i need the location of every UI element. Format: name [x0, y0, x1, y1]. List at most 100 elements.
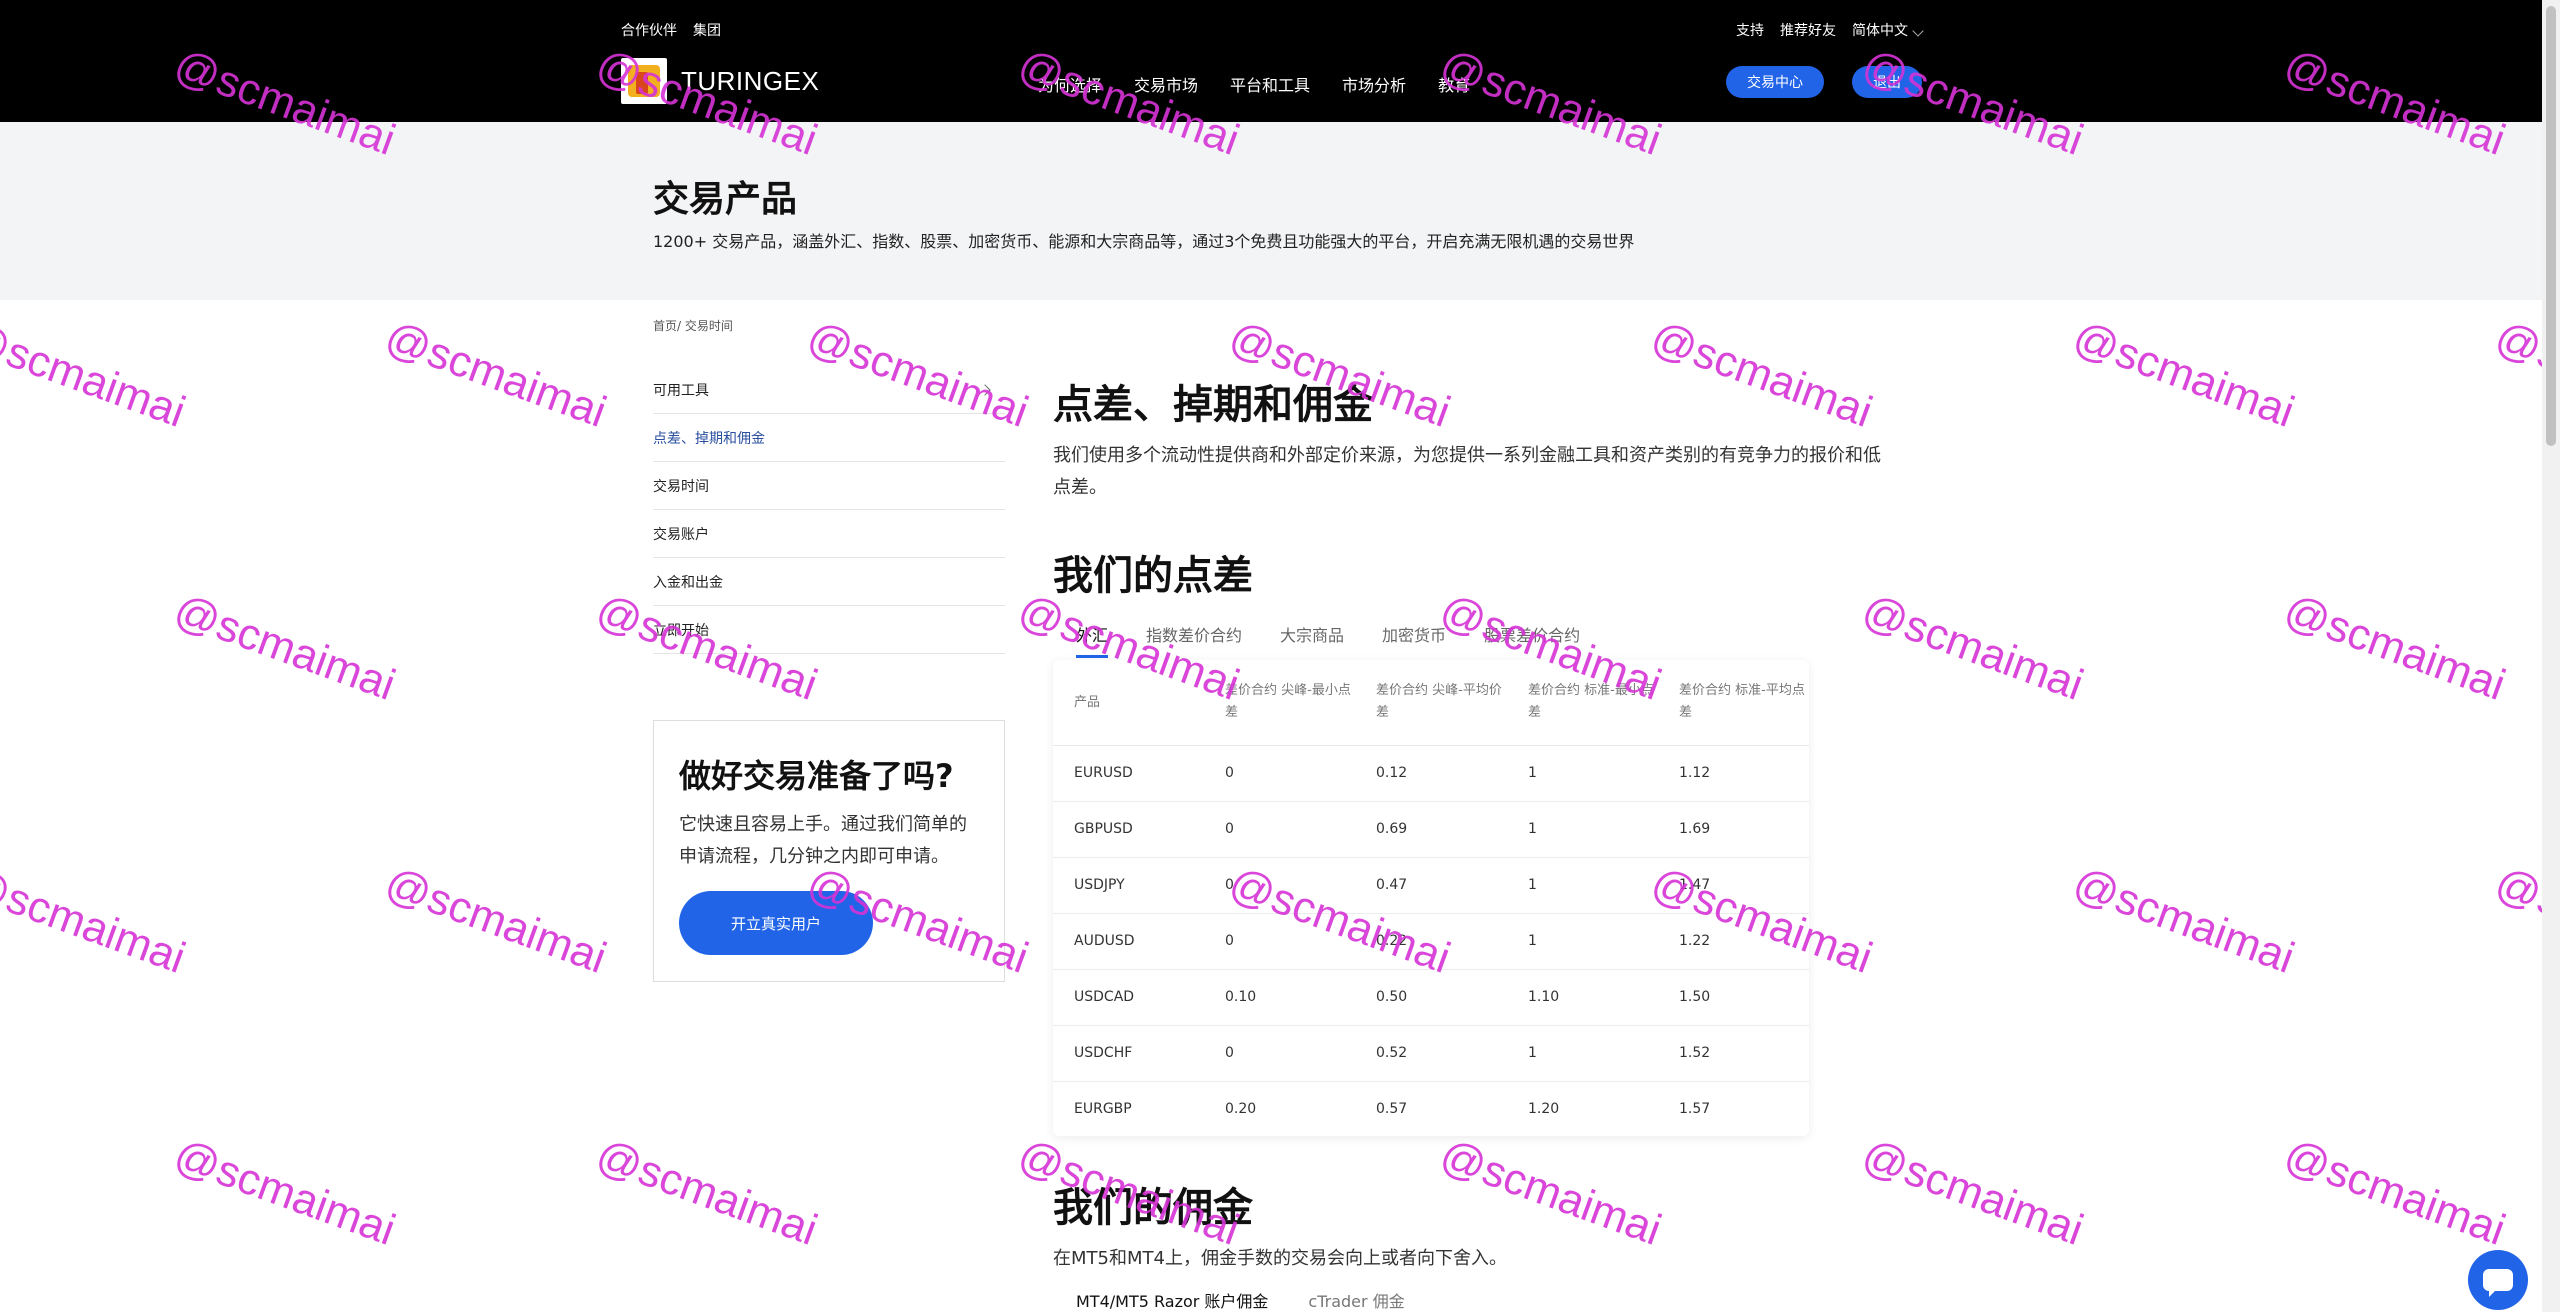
refer-friend-link[interactable]: 推荐好友: [1780, 20, 1836, 40]
table-cell: 0.69: [1376, 821, 1408, 837]
page-scrollbar[interactable]: [2542, 0, 2560, 1312]
table-cell: 1.12: [1679, 765, 1711, 781]
tab-stock-cfd[interactable]: 股票差价合约: [1484, 622, 1580, 658]
nav-platforms[interactable]: 平台和工具: [1230, 72, 1310, 96]
table-cell: 0.47: [1376, 877, 1408, 893]
table-cell: 1.57: [1679, 1101, 1711, 1117]
table-row: GBPUSD 0 0.69 1 1.69: [1053, 802, 1809, 858]
chat-widget-button[interactable]: [2468, 1250, 2528, 1310]
sidebar-item-accounts[interactable]: 交易账户: [653, 510, 1005, 558]
watermark-text: @scmaimai: [1645, 312, 1879, 437]
language-label: 简体中文: [1852, 23, 1908, 39]
open-account-button[interactable]: 开立真实用户: [679, 891, 873, 955]
table-cell: 0.10: [1225, 989, 1257, 1005]
watermark-text: @scmaimai: [0, 312, 192, 437]
watermark-text: @scmaimai: [2489, 312, 2542, 437]
tab-forex[interactable]: 外汇: [1076, 622, 1109, 658]
table-row: AUDUSD 0 0.22 1 1.22: [1053, 914, 1809, 970]
logout-button[interactable]: 退出: [1852, 66, 1922, 98]
sidebar-item-label: 立即开始: [653, 622, 709, 639]
sidebar-item-label: 可用工具: [653, 382, 709, 399]
tab-crypto[interactable]: 加密货币: [1382, 622, 1446, 658]
table-cell: 1.10: [1528, 989, 1560, 1005]
sidebar-item-label: 入金和出金: [653, 574, 723, 591]
spread-table: 产品 差价合约 尖峰-最小点差 差价合约 尖峰-平均价差 差价合约 标准-最小点…: [1053, 660, 1809, 1136]
commission-description: 在MT5和MT4上，佣金手数的交易会向上或者向下舍入。: [1053, 1248, 1507, 1269]
page-title: 交易产品: [653, 179, 798, 220]
chat-icon: [2483, 1269, 2513, 1297]
table-cell: 1: [1528, 933, 1537, 949]
sidebar-item-spreads[interactable]: 点差、掉期和佣金: [653, 414, 1005, 462]
watermark-text: @scmaimai: [2489, 858, 2542, 983]
nav-education[interactable]: 教育: [1438, 72, 1470, 96]
table-cell: 0.12: [1376, 765, 1408, 781]
chevron-down-icon: [1912, 25, 1924, 37]
top-right-links: 支持 推荐好友 简体中文: [1736, 20, 1924, 40]
sidebar-item-trading-hours[interactable]: 交易时间: [653, 462, 1005, 510]
table-cell: AUDUSD: [1074, 933, 1135, 949]
sidebar-item-label: 交易时间: [653, 478, 709, 495]
language-selector[interactable]: 简体中文: [1852, 20, 1924, 40]
table-cell: 0.50: [1376, 989, 1408, 1005]
table-row: EURUSD 0 0.12 1 1.12: [1053, 746, 1809, 802]
table-cell: 1.22: [1679, 933, 1711, 949]
watermark-text: @scmaimai: [379, 312, 613, 437]
nav-markets[interactable]: 交易市场: [1134, 72, 1198, 96]
watermark-text: @scmaimai: [1856, 585, 2090, 710]
watermark-text: @scmaimai: [2278, 585, 2512, 710]
table-row: USDCHF 0 0.52 1 1.52: [1053, 1026, 1809, 1082]
table-cell: USDJPY: [1074, 877, 1125, 893]
watermark-text: @scmaimai: [0, 858, 192, 983]
sidebar-item-label: 交易账户: [653, 526, 709, 543]
commission-title: 我们的佣金: [1053, 1185, 1253, 1231]
watermark-text: @scmaimai: [2067, 312, 2301, 437]
table-cell: 0.22: [1376, 933, 1408, 949]
tab-razor-commission[interactable]: MT4/MT5 Razor 账户佣金: [1076, 1288, 1268, 1312]
column-header: 差价合约 尖峰-平均价差: [1376, 683, 1502, 720]
table-cell: 0.20: [1225, 1101, 1257, 1117]
table-row: USDCAD 0.10 0.50 1.10 1.50: [1053, 970, 1809, 1026]
logo-icon: [621, 58, 667, 104]
table-cell: 0: [1225, 933, 1234, 949]
scrollbar-thumb[interactable]: [2546, 6, 2556, 446]
chevron-right-icon: [979, 383, 991, 396]
top-links: 合作伙伴 集团: [621, 20, 721, 40]
table-row: USDJPY 0 0.47 1 1.47: [1053, 858, 1809, 914]
watermark-text: @scmaimai: [2067, 858, 2301, 983]
nav-why-choose[interactable]: 为何选择: [1038, 72, 1102, 96]
support-link[interactable]: 支持: [1736, 20, 1764, 40]
table-row: EURGBP 0.20 0.57 1.20 1.57: [1053, 1082, 1809, 1138]
trade-center-button[interactable]: 交易中心: [1726, 66, 1824, 98]
sidebar-item-deposit[interactable]: 入金和出金: [653, 558, 1005, 606]
cta-text: 它快速且容易上手。通过我们简单的申请流程，几分钟之内即可申请。: [679, 814, 967, 867]
table-cell: 1: [1528, 765, 1537, 781]
sidebar-item-get-started[interactable]: 立即开始: [653, 606, 1005, 654]
table-cell: 0.52: [1376, 1045, 1408, 1061]
table-cell: 1.52: [1679, 1045, 1711, 1061]
section-title: 点差、掉期和佣金: [1053, 382, 1373, 428]
table-cell: 1.50: [1679, 989, 1711, 1005]
table-cell: 0: [1225, 877, 1234, 893]
commission-tabs: MT4/MT5 Razor 账户佣金 cTrader 佣金: [1076, 1288, 1405, 1312]
logo[interactable]: TURINGEX: [621, 58, 819, 104]
nav-analysis[interactable]: 市场分析: [1342, 72, 1406, 96]
column-header: 产品: [1074, 695, 1101, 710]
watermark-text: @scmaimai: [168, 1130, 402, 1255]
column-header: 差价合约 标准-最小点差: [1528, 683, 1654, 720]
section-description: 我们使用多个流动性提供商和外部定价来源，为您提供一系列金融工具和资产类别的有竞争…: [1053, 445, 1881, 498]
watermark-text: @scmaimai: [1434, 1130, 1668, 1255]
tab-commodities[interactable]: 大宗商品: [1280, 622, 1344, 658]
column-header: 差价合约 尖峰-最小点差: [1225, 683, 1351, 720]
partners-link[interactable]: 合作伙伴: [621, 20, 677, 40]
table-cell: 1: [1528, 877, 1537, 893]
tab-ctrader-commission[interactable]: cTrader 佣金: [1308, 1288, 1404, 1312]
table-cell: 1.69: [1679, 821, 1711, 837]
breadcrumb[interactable]: 首页/ 交易时间: [653, 317, 733, 334]
site-header: 合作伙伴 集团 支持 推荐好友 简体中文 TURINGEX 为何选择 交易市场 …: [0, 0, 2542, 122]
cta-card: 做好交易准备了吗? 它快速且容易上手。通过我们简单的申请流程，几分钟之内即可申请…: [653, 720, 1005, 982]
group-link[interactable]: 集团: [693, 20, 721, 40]
tab-index-cfd[interactable]: 指数差价合约: [1146, 622, 1242, 658]
watermark-text: @scmaimai: [1856, 1130, 2090, 1255]
table-cell: USDCHF: [1074, 1045, 1133, 1061]
sidebar-item-tools[interactable]: 可用工具: [653, 366, 1005, 414]
